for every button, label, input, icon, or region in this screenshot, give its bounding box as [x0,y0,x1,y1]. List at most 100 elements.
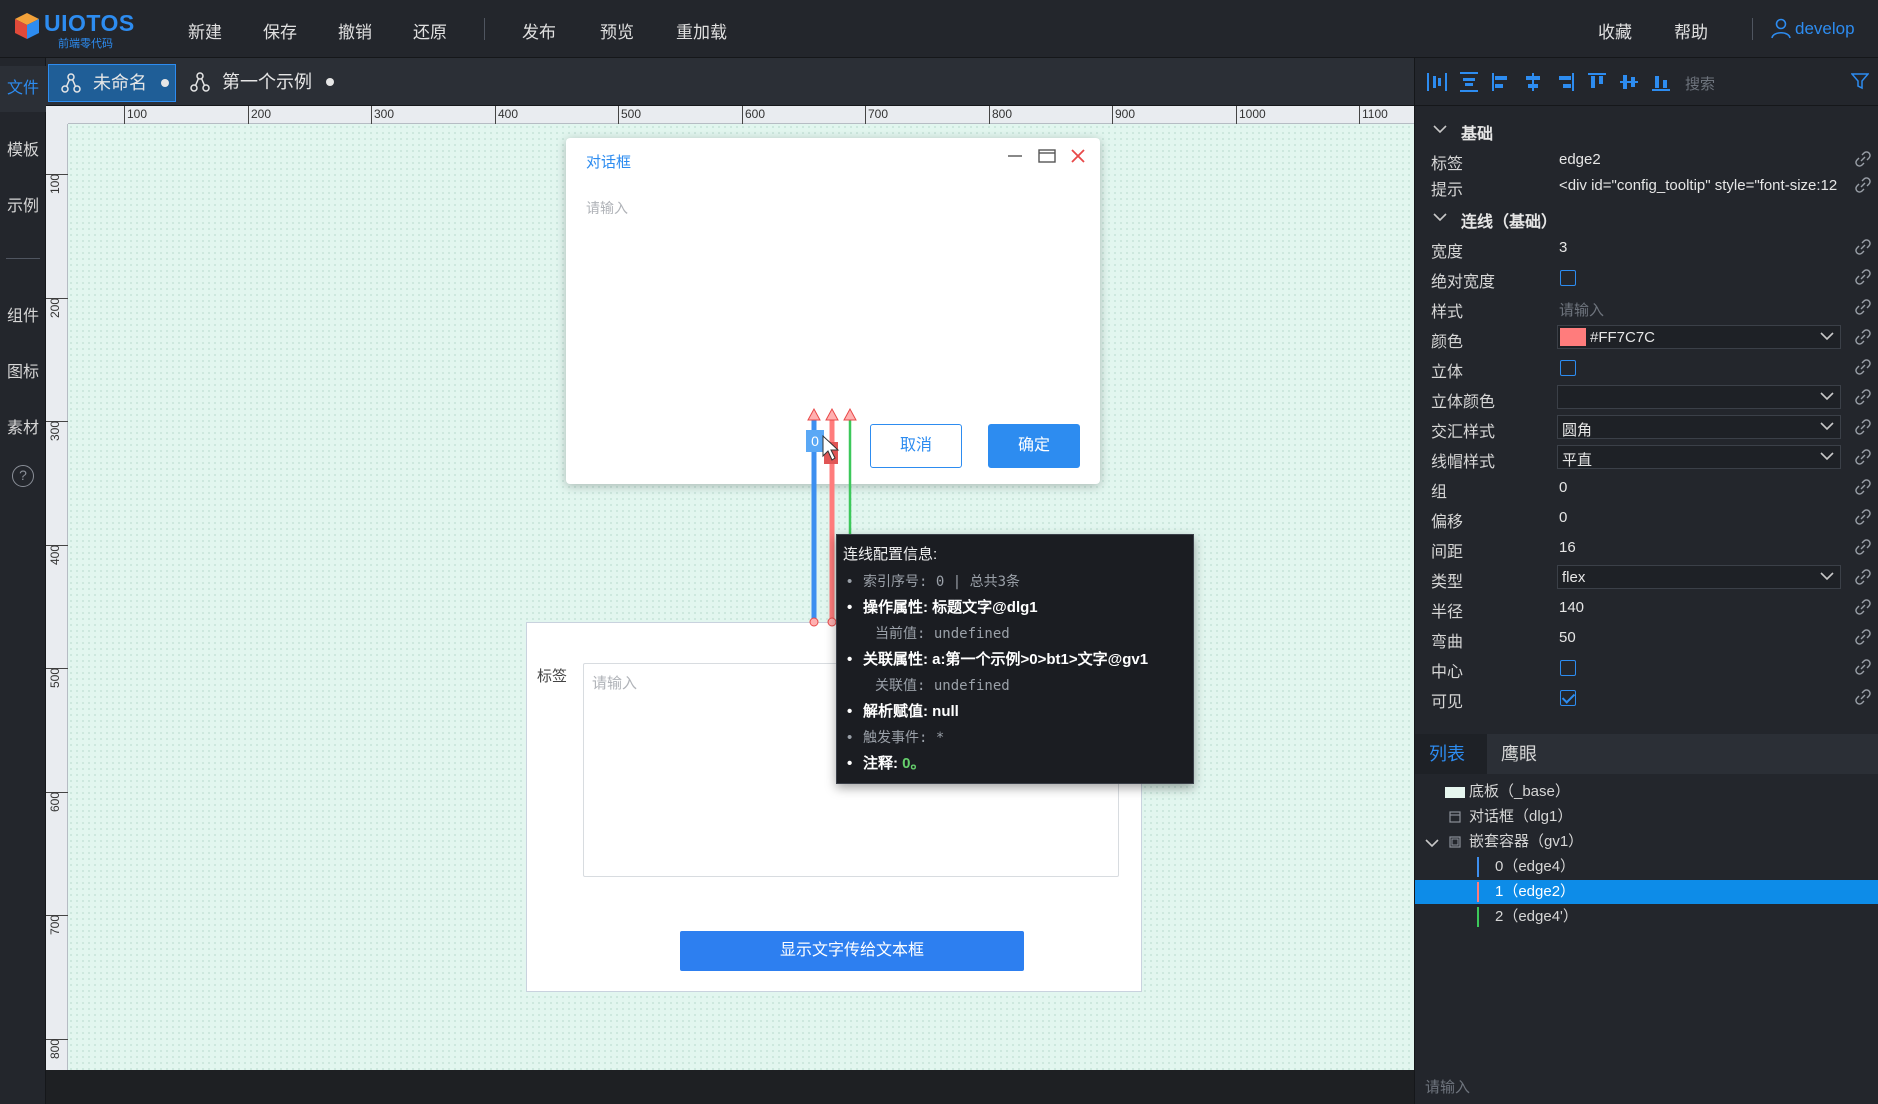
prop-tooltip-value[interactable]: <div id="config_tooltip" style="font-siz… [1559,177,1837,194]
link-icon[interactable] [1855,329,1871,345]
link-icon[interactable] [1855,509,1871,525]
nav-icons[interactable]: 图标 [0,358,46,382]
align-bottom-icon[interactable] [1649,70,1673,94]
tree-item-container[interactable]: 嵌套容器（gv1） [1415,830,1878,854]
prop-key: 可见 [1431,694,1464,711]
link-icon[interactable] [1855,419,1871,435]
solid-checkbox[interactable] [1560,360,1576,376]
tree-item-edge4-prime[interactable]: 2（edge4'） [1415,905,1878,929]
menu-reload[interactable]: 重加载 [676,18,727,43]
nav-templates[interactable]: 模板 [0,136,46,160]
type-select[interactable]: flex [1557,565,1841,589]
prop-cap-style: 线帽样式 平直 [1415,442,1878,472]
menu-redo[interactable]: 还原 [413,18,447,43]
container-icon [1449,836,1461,848]
arrow-head-icon [825,407,839,421]
link-icon[interactable] [1855,389,1871,405]
tree-item-base[interactable]: 底板（_base） [1415,780,1878,804]
link-icon[interactable] [1855,177,1871,193]
prop-center: 中心 [1415,652,1878,682]
menu-publish[interactable]: 发布 [522,18,556,43]
link-icon[interactable] [1855,659,1871,675]
chevron-down-icon [1820,572,1834,581]
prop-tag-value[interactable]: edge2 [1559,151,1601,168]
link-icon[interactable] [1855,479,1871,495]
color-select[interactable]: #FF7C7C [1557,325,1841,349]
align-center-h-icon[interactable] [1521,70,1545,94]
tree-item-dialog[interactable]: 对话框（dlg1） [1415,805,1878,829]
prop-bend-value[interactable]: 50 [1559,629,1576,646]
app-logo[interactable]: UIOTOS 前端零代码 [14,10,134,50]
link-icon[interactable] [1855,269,1871,285]
tree-item-label: 1（edge2） [1495,883,1576,900]
solid-color-select[interactable] [1557,385,1841,409]
visible-checkbox[interactable] [1560,690,1576,706]
tree-item-edge4[interactable]: 0（edge4） [1415,855,1878,879]
link-icon[interactable] [1855,449,1871,465]
prop-group: 组 0 [1415,472,1878,502]
tab-eagle-eye[interactable]: 鹰眼 [1487,734,1551,774]
nav-components[interactable]: 组件 [0,302,46,326]
prop-radius: 半径 140 [1415,592,1878,622]
center-checkbox[interactable] [1560,660,1576,676]
link-icon[interactable] [1855,629,1871,645]
align-middle-v-icon[interactable] [1617,70,1641,94]
link-icon[interactable] [1855,539,1871,555]
property-search-input[interactable]: 搜索 [1685,73,1715,94]
menu-favorites[interactable]: 收藏 [1598,18,1632,43]
align-left-icon[interactable] [1489,70,1513,94]
edge-label: 0 [811,433,819,449]
align-top-icon[interactable] [1585,70,1609,94]
prop-key: 样式 [1431,304,1464,321]
app-subtitle: 前端零代码 [58,38,113,50]
menu-preview[interactable]: 预览 [600,18,634,43]
tree-item-edge2[interactable]: 1（edge2） [1415,880,1878,904]
align-distribute-h-icon[interactable] [1425,70,1449,94]
prop-offset-value[interactable]: 0 [1559,509,1567,526]
prop-gap-value[interactable]: 16 [1559,539,1576,556]
menu-undo[interactable]: 撤销 [338,18,372,43]
prop-width-value[interactable]: 3 [1559,239,1567,256]
user-menu[interactable]: develop [1770,17,1855,39]
nav-assets[interactable]: 素材 [0,414,46,438]
link-icon[interactable] [1855,239,1871,255]
section-basic[interactable]: 基础 [1415,114,1878,144]
prop-key: 线帽样式 [1431,454,1496,471]
link-icon[interactable] [1855,299,1871,315]
section-edge-basic[interactable]: 连线（基础） [1415,202,1878,232]
menu-new[interactable]: 新建 [188,18,222,43]
join-style-select[interactable]: 圆角 [1557,415,1841,439]
abs-width-checkbox[interactable] [1560,270,1576,286]
ruler-mark: 900 [1115,107,1136,121]
menu-save[interactable]: 保存 [263,18,297,43]
nav-file[interactable]: 文件 [0,66,46,112]
tree-filter-input[interactable]: 请输入 [1425,1076,1470,1097]
prop-key: 组 [1431,484,1448,501]
link-icon[interactable] [1855,689,1871,705]
link-icon[interactable] [1855,359,1871,375]
link-icon[interactable] [1855,151,1871,167]
link-icon[interactable] [1855,569,1871,585]
design-canvas[interactable]: 对话框 请输入 取消 确定 标签 请输入 显示文字传给文本框 0 连线配置信息:… [68,124,1414,1070]
tab-first-example[interactable]: 第一个示例 [178,64,334,102]
tab-list[interactable]: 列表 [1415,734,1487,774]
link-icon[interactable] [1855,599,1871,615]
editor-tabs: 未命名 第一个示例 [46,58,1414,106]
nav-examples[interactable]: 示例 [0,192,46,216]
prop-group-value[interactable]: 0 [1559,479,1567,496]
align-distribute-v-icon[interactable] [1457,70,1481,94]
cap-style-select[interactable]: 平直 [1557,445,1841,469]
prop-key: 弯曲 [1431,634,1464,651]
ruler-mark: 400 [498,107,519,121]
prop-style-input[interactable]: 请输入 [1559,299,1604,320]
help-icon[interactable]: ? [12,465,34,487]
unsaved-dot [326,78,334,86]
chevron-down-icon [1433,213,1447,222]
prop-radius-value[interactable]: 140 [1559,599,1584,616]
menu-help[interactable]: 帮助 [1674,18,1708,43]
align-right-icon[interactable] [1553,70,1577,94]
tab-untitled[interactable]: 未命名 [48,64,176,102]
filter-icon[interactable] [1851,72,1869,90]
prop-key: 提示 [1431,182,1464,199]
left-nav: 文件 模板 示例 组件 图标 素材 ? [0,58,46,1104]
